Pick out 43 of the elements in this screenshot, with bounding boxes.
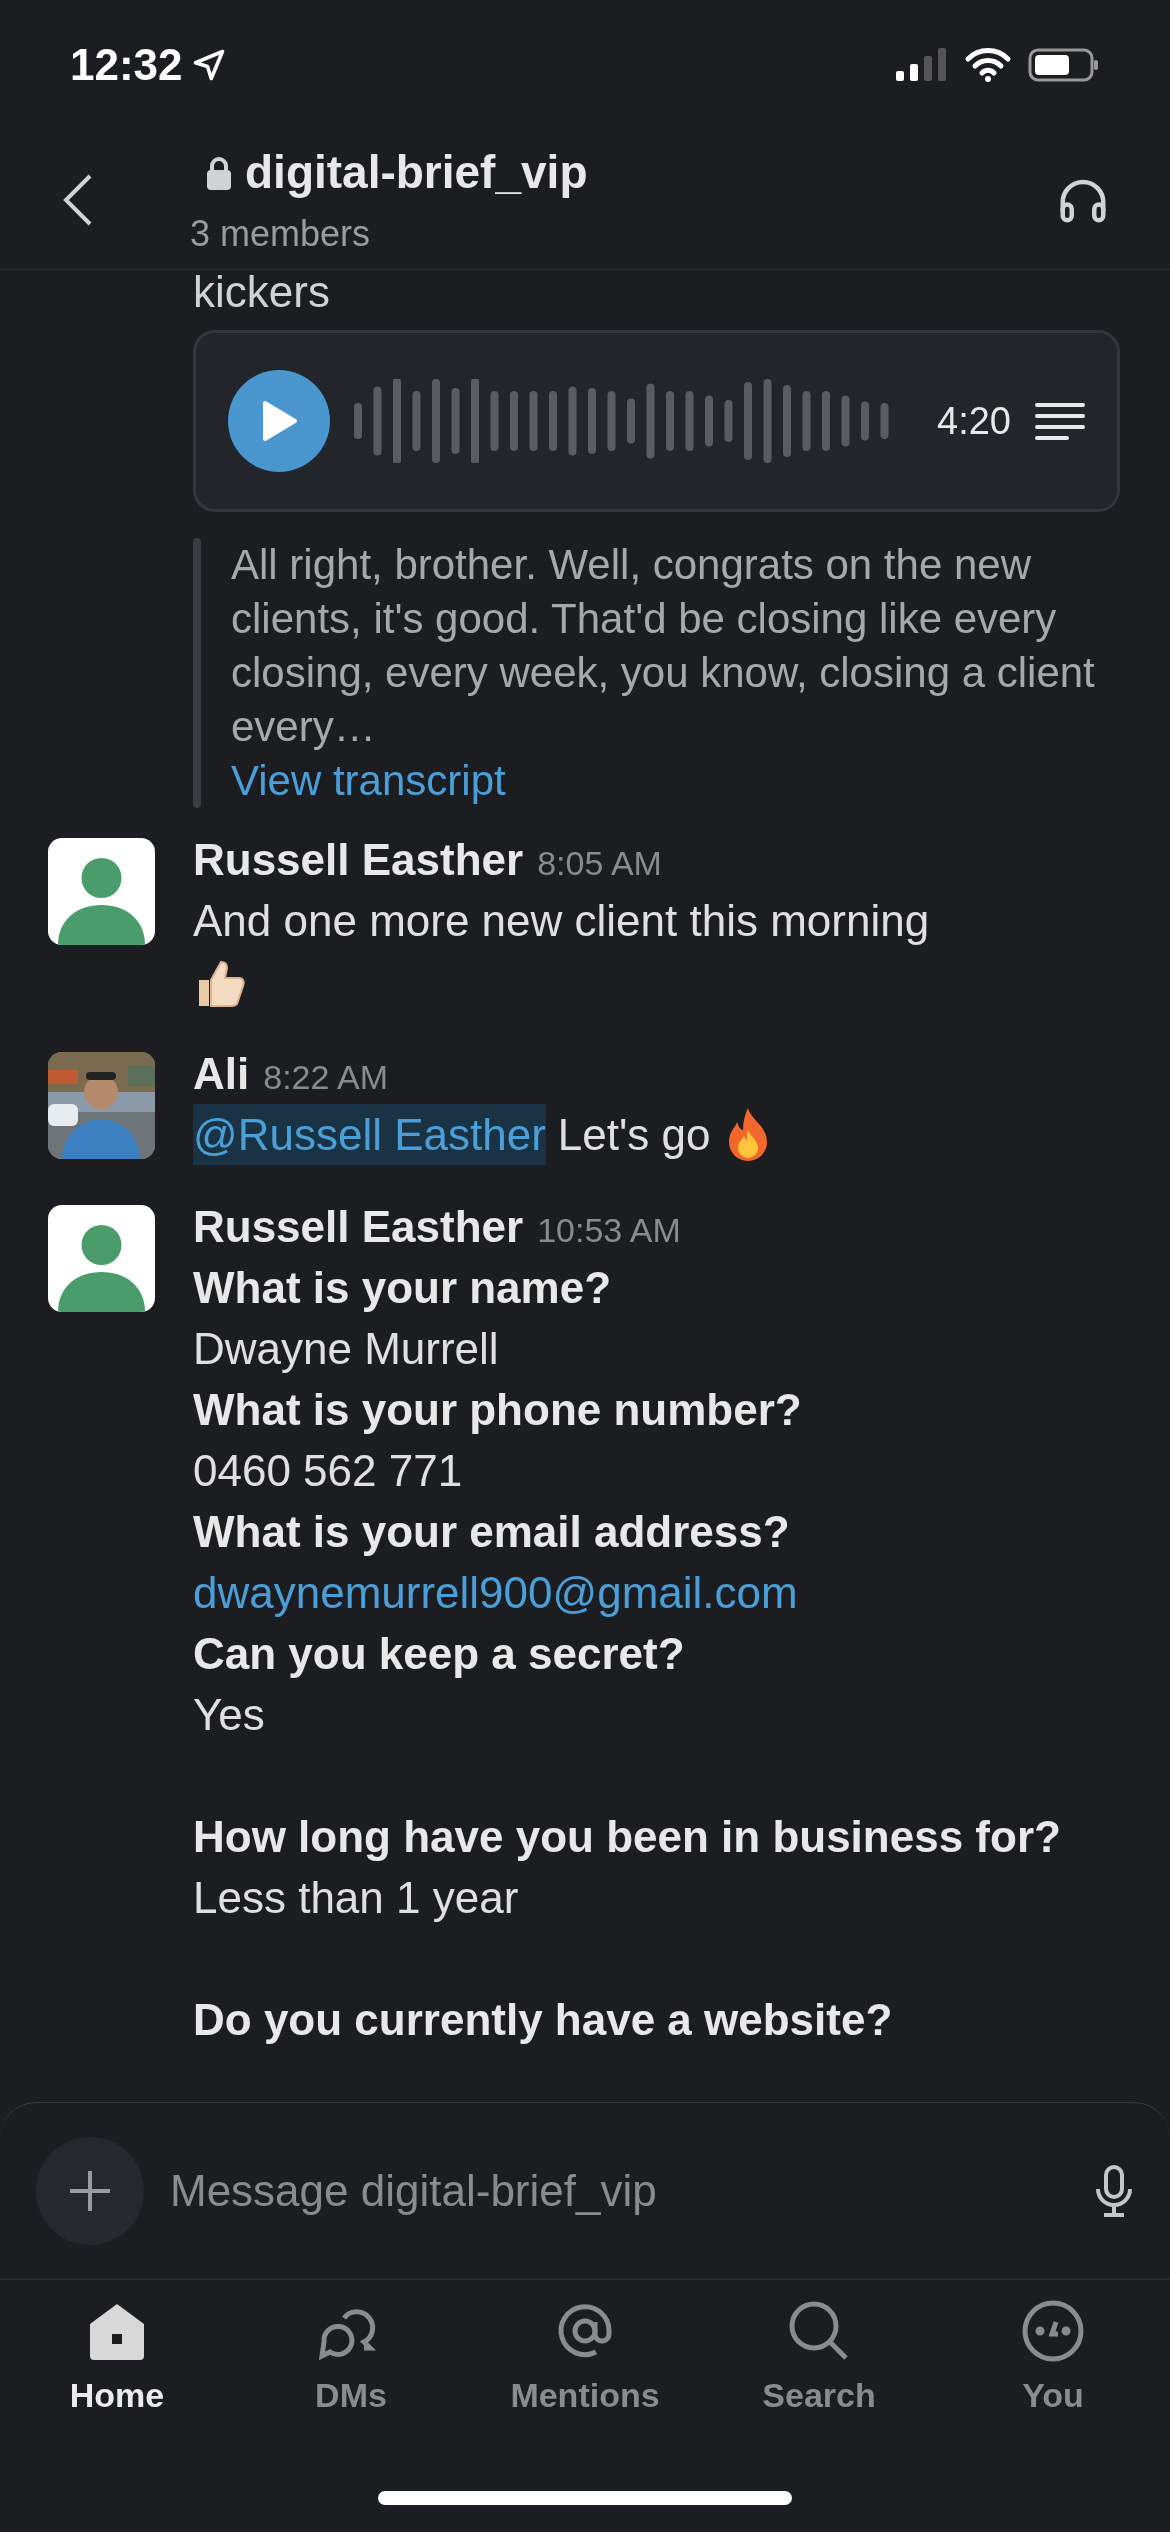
message-text: Yes	[193, 1689, 266, 1741]
message-input[interactable]: Message digital-brief_vip	[170, 2158, 1068, 2224]
author-name[interactable]: Ali	[193, 1044, 250, 1104]
smiley-face-icon	[1020, 2298, 1086, 2364]
message-text: Less than 1 year	[193, 1872, 520, 1924]
question-text: How long have you been in business for?	[193, 1811, 1061, 1863]
avatar[interactable]	[48, 1205, 155, 1312]
member-count[interactable]: 3 members	[190, 207, 1056, 261]
question-text: Can you keep a secret?	[193, 1628, 686, 1680]
tab[interactable]: Home	[0, 2280, 234, 2439]
status-time: 12:32	[70, 39, 183, 91]
message-time: 8:05 AM	[537, 843, 662, 884]
signal-icon	[896, 47, 948, 83]
author-name[interactable]: Russell Easther	[193, 830, 524, 890]
battery-icon	[1028, 47, 1100, 83]
avatar[interactable]	[48, 838, 155, 945]
email-link[interactable]: dwaynemurrell900@gmail.com	[193, 1562, 1061, 1623]
transcript-icon[interactable]	[1035, 401, 1085, 441]
lock-icon	[205, 155, 233, 190]
microphone-icon[interactable]	[1094, 2163, 1134, 2219]
question-text: What is your email address?	[193, 1506, 791, 1558]
clip-duration: 4:20	[937, 398, 1011, 444]
message-text: kickers	[193, 270, 331, 318]
message-time: 8:22 AM	[263, 1057, 388, 1098]
plus-icon	[68, 2169, 112, 2213]
tab[interactable]: DMs	[234, 2280, 468, 2439]
channel-title[interactable]: digital-brief_vip	[245, 138, 588, 207]
transcript-preview: All right, brother. Well, congrats on the new clients, it's good. That'd be closing like every closing, every week, you know, closing a client every…	[231, 540, 1096, 752]
tab[interactable]: Mentions	[468, 2280, 702, 2439]
message-text: Let's go	[557, 1109, 711, 1161]
question-text: Do you currently have a website?	[193, 1994, 894, 2046]
question-text: What is your name?	[193, 1262, 613, 1314]
tab[interactable]: You	[936, 2280, 1170, 2439]
message-text: 0460 562 771	[193, 1445, 464, 1497]
tab[interactable]: Search	[702, 2280, 936, 2439]
wifi-icon	[964, 47, 1012, 83]
question-text: What is your phone number?	[193, 1384, 803, 1436]
view-transcript-link[interactable]: View transcript	[231, 754, 1130, 808]
message-text: Dwayne Murrell	[193, 1323, 500, 1375]
message-time: 10:53 AM	[537, 1210, 681, 1251]
mention-link[interactable]: @Russell Easther	[193, 1104, 546, 1165]
message-text: And one more new client this morning	[193, 895, 930, 947]
author-name[interactable]: Russell Easther	[193, 1197, 524, 1257]
